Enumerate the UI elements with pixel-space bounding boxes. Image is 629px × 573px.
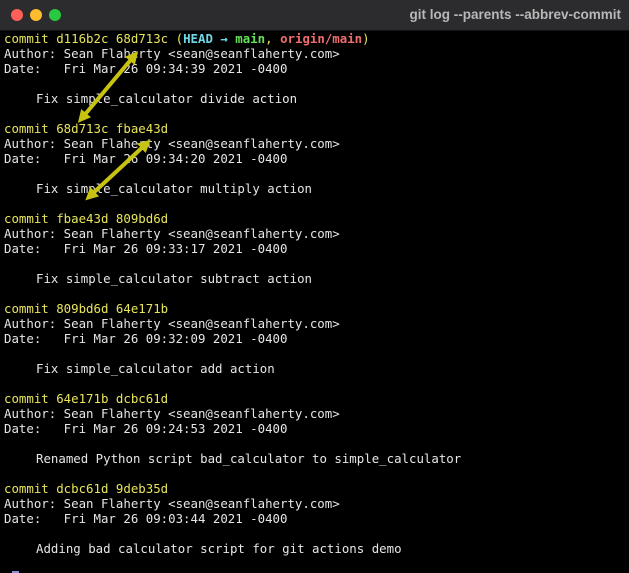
commit-date: Date: Fri Mar 26 09:34:20 2021 -0400 <box>4 151 288 166</box>
commit-date: Date: Fri Mar 26 09:24:53 2021 -0400 <box>4 421 288 436</box>
commit-author: Author: Sean Flaherty <sean@seanflaherty… <box>4 136 340 151</box>
close-window-button[interactable] <box>11 9 23 21</box>
ref-close-paren: ) <box>362 31 370 46</box>
ref-separator: , <box>265 31 281 46</box>
commit-message: Fix simple_calculator divide action <box>36 91 298 106</box>
origin-ref: origin/main <box>280 31 363 46</box>
commit-author: Author: Sean Flaherty <sean@seanflaherty… <box>4 46 340 61</box>
commit-date: Date: Fri Mar 26 09:33:17 2021 -0400 <box>4 241 288 256</box>
commit-date: Date: Fri Mar 26 09:32:09 2021 -0400 <box>4 331 288 346</box>
terminal-window[interactable]: git log --parents --abbrev-commit commit… <box>0 0 629 573</box>
commit-message: Fix simple_calculator subtract action <box>36 271 313 286</box>
commit-date: Date: Fri Mar 26 09:03:44 2021 -0400 <box>4 511 288 526</box>
ref-open-paren: ( <box>175 31 184 46</box>
commit-author: Author: Sean Flaherty <sean@seanflaherty… <box>4 226 340 241</box>
head-ref: HEAD <box>183 31 213 46</box>
title-bar[interactable]: git log --parents --abbrev-commit <box>0 0 629 31</box>
commit-header: commit 64e171b dcbc61d <box>4 391 169 406</box>
commit-message: Renamed Python script bad_calculator to … <box>36 451 462 466</box>
commit-date: Date: Fri Mar 26 09:34:39 2021 -0400 <box>4 61 288 76</box>
commit-author: Author: Sean Flaherty <sean@seanflaherty… <box>4 316 340 331</box>
window-title: git log --parents --abbrev-commit <box>409 7 621 22</box>
terminal-output[interactable]: commit d116b2c 68d713c (HEAD → main, ori… <box>4 31 626 573</box>
commit-author: Author: Sean Flaherty <sean@seanflaherty… <box>4 406 340 421</box>
commit-message: Fix simple_calculator add action <box>36 361 275 376</box>
commit-header: commit dcbc61d 9deb35d <box>4 481 169 496</box>
commit-hash-text: commit d116b2c 68d713c <box>4 31 169 46</box>
commit-header: commit d116b2c 68d713c (HEAD → main, ori… <box>4 31 626 46</box>
head-arrow: → <box>212 31 236 46</box>
commit-header: commit 809bd6d 64e171b <box>4 301 169 316</box>
commit-author: Author: Sean Flaherty <sean@seanflaherty… <box>4 496 340 511</box>
zoom-window-button[interactable] <box>49 9 61 21</box>
branch-ref: main <box>235 31 266 46</box>
minimize-window-button[interactable] <box>30 9 42 21</box>
commit-header: commit 68d713c fbae43d <box>4 121 169 136</box>
commit-header: commit fbae43d 809bd6d <box>4 211 169 226</box>
commit-message: Adding bad calculator script for git act… <box>36 541 402 556</box>
commit-message: Fix simple_calculator multiply action <box>36 181 313 196</box>
